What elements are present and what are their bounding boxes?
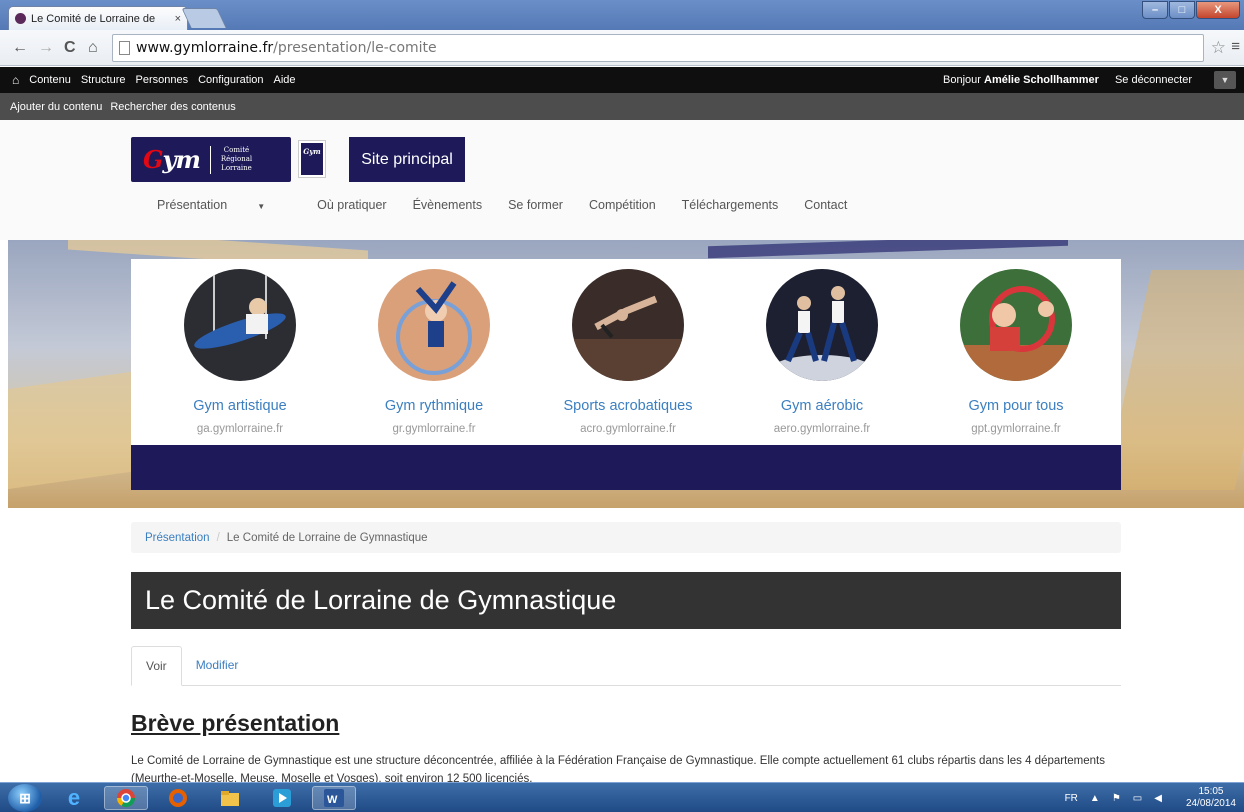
admin-menu-personnes[interactable]: Personnes [135, 74, 188, 86]
admin-menu-structure[interactable]: Structure [81, 74, 126, 86]
browser-tab[interactable]: Le Comité de Lorraine de × [8, 6, 188, 30]
shortcuts-bar: Ajouter du contenu Rechercher des conten… [0, 93, 1244, 120]
breadcrumb-link[interactable]: Présentation [145, 532, 210, 544]
section-heading: Brève présentation [131, 710, 340, 736]
discipline-card[interactable]: Gym rythmique gr.gymlorraine.fr [337, 269, 531, 435]
action-center-flag-icon[interactable]: ⚑ [1112, 793, 1121, 804]
close-window-button[interactable]: X [1196, 1, 1240, 19]
discipline-card[interactable]: Gym pour tous gpt.gymlorraine.fr [919, 269, 1113, 435]
minimize-button[interactable]: – [1142, 1, 1168, 19]
user-name[interactable]: Amélie Schollhammer [984, 74, 1099, 86]
system-tray: FR ▲ ⚑ ▭ ◀ 15:05 24/08/2014 [1053, 783, 1236, 812]
url-host: www.gymlorraine.fr [136, 40, 274, 56]
browser-toolbar: ← → C ⌂ www.gymlorraine.fr /presentation… [0, 30, 1244, 66]
admin-menu-configuration[interactable]: Configuration [198, 74, 263, 86]
home-icon[interactable]: ⌂ [88, 39, 98, 57]
tray-expand-icon[interactable]: ▲ [1090, 793, 1100, 804]
reload-icon[interactable]: C [64, 39, 76, 57]
discipline-photo[interactable] [572, 269, 684, 381]
regional-badge-logo: Gym [298, 140, 326, 178]
discipline-domain: ga.gymlorraine.fr [196, 423, 284, 435]
tab-title: Le Comité de Lorraine de [31, 12, 156, 25]
tab-voir[interactable]: Voir [131, 646, 182, 686]
forward-arrow-icon[interactable]: → [38, 39, 54, 57]
url-path: /presentation/le-comite [273, 40, 437, 56]
discipline-domain: aero.gymlorraine.fr [773, 423, 871, 435]
nav-contact[interactable]: Contact [804, 198, 847, 212]
chevron-down-icon: ▼ [257, 202, 266, 211]
admin-menu-aide[interactable]: Aide [274, 74, 296, 86]
firefox-icon[interactable] [156, 786, 200, 810]
start-button[interactable]: ⊞ [8, 784, 42, 812]
user-greeting: Bonjour Amélie Schollhammer [943, 74, 1099, 86]
nav-se-former[interactable]: Se former [508, 198, 563, 212]
clock-date: 24/08/2014 [1185, 798, 1236, 809]
site-favicon-icon [15, 13, 26, 24]
breadcrumb-divider: / [216, 531, 220, 544]
discipline-photo[interactable] [184, 269, 296, 381]
discipline-domain: gr.gymlorraine.fr [392, 423, 476, 435]
discipline-card[interactable]: Gym artistique ga.gymlorraine.fr [143, 269, 337, 435]
logo-region-text: Comité Régional Lorraine [220, 146, 253, 172]
site-header: Gym Comité Régional Lorraine Gym Site pr… [0, 120, 1244, 240]
discipline-card[interactable]: Sports acrobatiques acro.gymlorraine.fr [531, 269, 725, 435]
media-player-icon[interactable] [260, 786, 304, 810]
page-title: Le Comité de Lorraine de Gymnastique [131, 572, 1121, 629]
bookmark-star-icon[interactable]: ☆ [1211, 38, 1226, 58]
address-bar[interactable]: www.gymlorraine.fr /presentation/le-comi… [112, 34, 1204, 62]
breadcrumb: Présentation / Le Comité de Lorraine de … [131, 522, 1121, 553]
clock-time: 15:05 [1198, 786, 1224, 797]
shortcut-add-content[interactable]: Ajouter du contenu [10, 101, 102, 113]
file-explorer-icon[interactable] [208, 786, 252, 810]
shortcut-find-content[interactable]: Rechercher des contenus [110, 101, 235, 113]
disciplines-panel: Gym artistique ga.gymlorraine.fr Gym ryt… [131, 259, 1121, 445]
language-indicator[interactable]: FR [1065, 793, 1078, 804]
discipline-photo[interactable] [960, 269, 1072, 381]
ie-icon[interactable]: e [52, 785, 96, 810]
nav-telechargements[interactable]: Téléchargements [682, 198, 779, 212]
tab-close-icon[interactable]: × [175, 13, 181, 25]
nav-presentation[interactable]: Présentation ▼ [157, 198, 291, 212]
discipline-name[interactable]: Gym pour tous [919, 398, 1113, 414]
back-arrow-icon[interactable]: ← [12, 39, 28, 57]
discipline-domain: gpt.gymlorraine.fr [971, 423, 1061, 435]
main-navigation: Présentation ▼ Où pratiquer Évènements Se… [157, 198, 873, 212]
breadcrumb-current: Le Comité de Lorraine de Gymnastique [226, 531, 428, 544]
discipline-photo[interactable] [378, 269, 490, 381]
chrome-icon[interactable] [104, 786, 148, 810]
network-icon[interactable]: ▭ [1133, 793, 1142, 804]
clock[interactable]: 15:05 24/08/2014 [1174, 786, 1236, 810]
browser-menu-icon[interactable]: ≡ [1231, 38, 1240, 55]
browser-titlebar: Le Comité de Lorraine de × – □ X [0, 0, 1244, 30]
tab-modifier[interactable]: Modifier [182, 645, 253, 685]
discipline-name[interactable]: Gym aérobic [725, 398, 919, 414]
word-icon[interactable]: W [312, 786, 356, 810]
admin-menu-contenu[interactable]: Contenu [29, 74, 71, 86]
main-site-button[interactable]: Site principal [349, 137, 465, 182]
maximize-button[interactable]: □ [1169, 1, 1195, 19]
discipline-card[interactable]: Gym aérobic aero.gymlorraine.fr [725, 269, 919, 435]
nav-evenements[interactable]: Évènements [413, 198, 482, 212]
page-icon [119, 41, 130, 55]
new-tab-button[interactable] [181, 8, 227, 28]
nav-competition[interactable]: Compétition [589, 198, 656, 212]
discipline-name[interactable]: Gym artistique [143, 398, 337, 414]
svg-text:W: W [327, 794, 338, 806]
discipline-name[interactable]: Gym rythmique [337, 398, 531, 414]
disciplines-band [131, 445, 1121, 490]
discipline-photo[interactable] [766, 269, 878, 381]
local-tabs: Voir Modifier [131, 646, 1121, 686]
site-logo[interactable]: Gym Comité Régional Lorraine [131, 137, 291, 182]
logo-separator [209, 145, 211, 174]
discipline-name[interactable]: Sports acrobatiques [531, 398, 725, 414]
discipline-domain: acro.gymlorraine.fr [580, 423, 676, 435]
admin-toolbar: ⌂ Contenu Structure Personnes Configurat… [0, 67, 1244, 93]
admin-home-icon[interactable]: ⌂ [12, 73, 19, 87]
volume-icon[interactable]: ◀ [1154, 793, 1162, 804]
nav-ou-pratiquer[interactable]: Où pratiquer [317, 198, 386, 212]
shortcuts-toggle-icon[interactable]: ▼ [1214, 71, 1236, 89]
logo-gym-text: Gym [143, 145, 201, 174]
windows-taskbar: ⊞ e W FR ▲ ⚑ ▭ ◀ 15:05 24/08/2014 [0, 782, 1244, 812]
logout-link[interactable]: Se déconnecter [1115, 74, 1192, 86]
